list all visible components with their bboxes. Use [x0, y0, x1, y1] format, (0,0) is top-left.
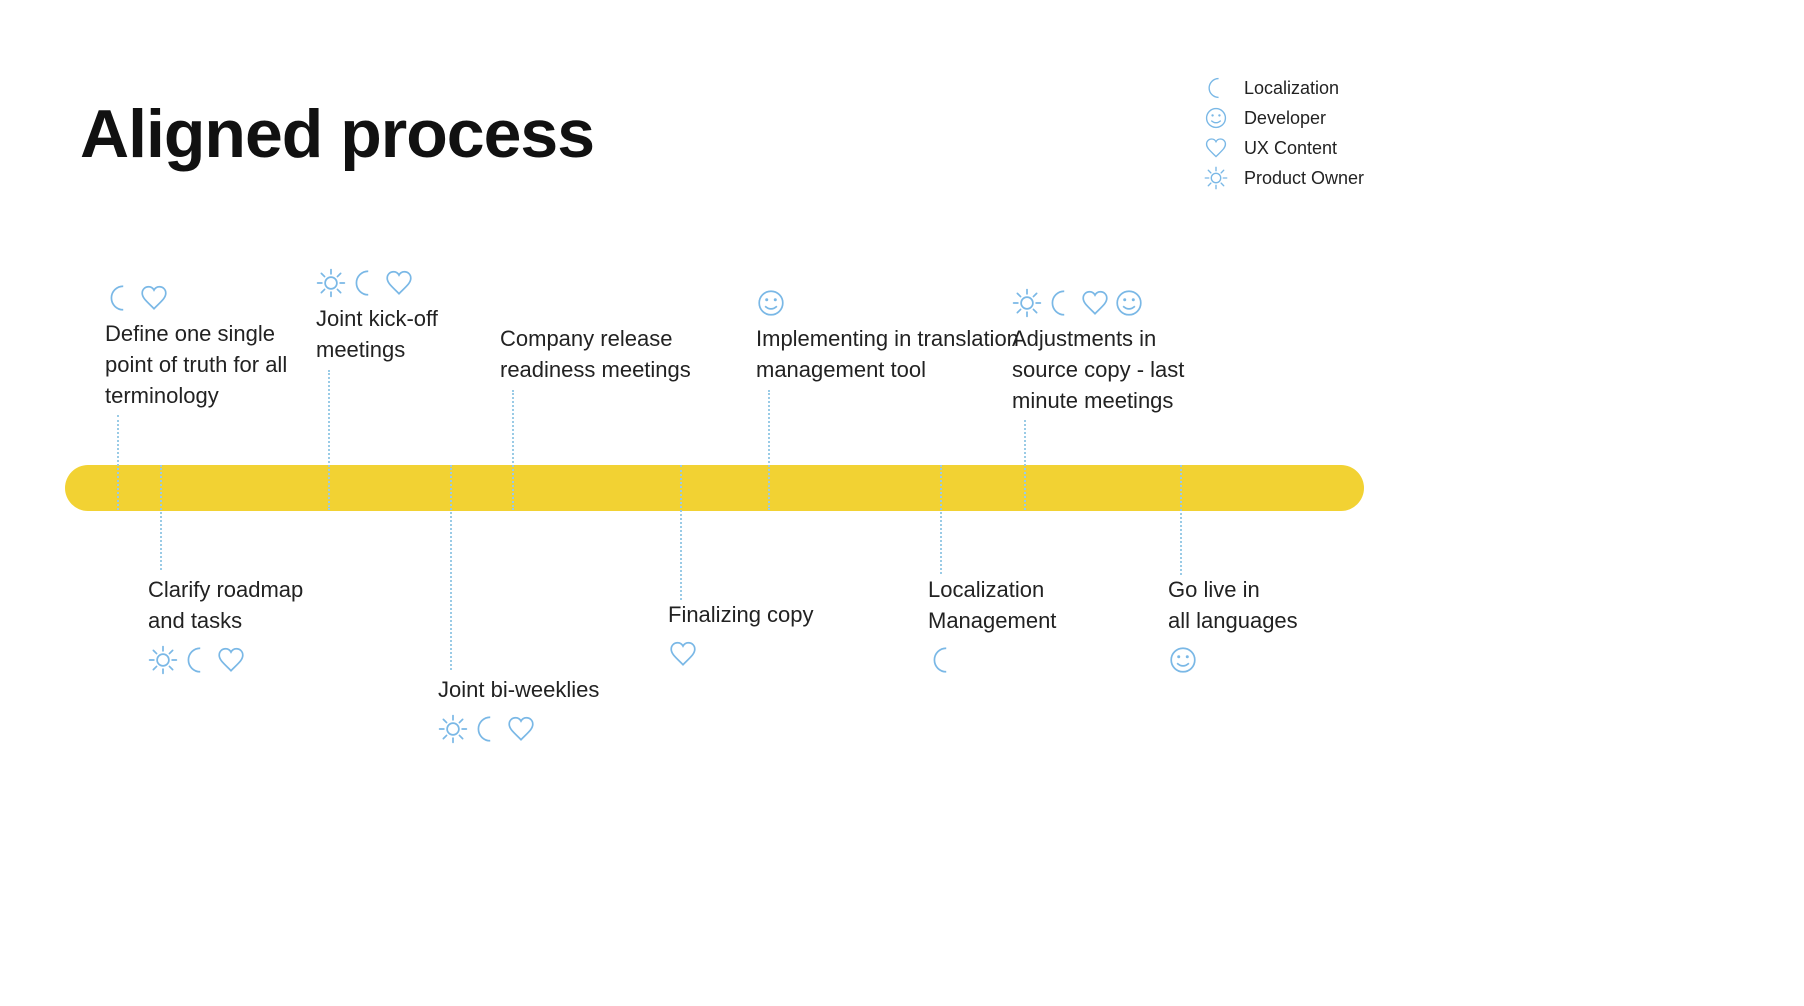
timeline-node: Define one single point of truth for all…: [105, 283, 335, 466]
timeline-node: Joint bi-weeklies: [438, 675, 668, 744]
smile-icon: [1168, 645, 1198, 675]
moon-icon: [1046, 288, 1076, 318]
diagram-canvas: Aligned process Localization Developer U…: [0, 0, 1804, 1006]
sun-icon: [316, 268, 346, 298]
moon-icon: [350, 268, 380, 298]
connector: [940, 465, 942, 574]
timeline-node: Implementing in translation management t…: [756, 288, 1056, 466]
connector: [680, 465, 682, 600]
legend-label: Developer: [1244, 108, 1326, 129]
heart-icon: [668, 639, 698, 669]
timeline-node: Clarify roadmap and tasks: [148, 575, 378, 675]
moon-icon: [928, 645, 958, 675]
node-icons: [148, 645, 378, 675]
heart-icon: [384, 268, 414, 298]
node-icons: [438, 714, 668, 744]
timeline-node: Adjustments in source copy - last minute…: [1012, 288, 1242, 466]
node-label: Adjustments in source copy - last minute…: [1012, 324, 1242, 416]
timeline-node: Company release readiness meetings: [500, 324, 730, 466]
connector: [160, 465, 162, 570]
moon-icon: [472, 714, 502, 744]
legend: Localization Developer UX Content Produc…: [1202, 70, 1364, 196]
node-label: Joint kick-off meetings: [316, 304, 516, 366]
node-icons: [668, 639, 868, 669]
sun-icon: [148, 645, 178, 675]
node-icons: [756, 288, 1056, 318]
timeline-node: Go live in all languages: [1168, 575, 1368, 675]
node-label: Go live in all languages: [1168, 575, 1368, 637]
connector: [450, 465, 452, 670]
legend-item-ux-content: UX Content: [1202, 136, 1364, 160]
sun-icon: [438, 714, 468, 744]
node-icons: [928, 645, 1128, 675]
node-icons: [1168, 645, 1368, 675]
node-label: Finalizing copy: [668, 600, 868, 631]
heart-icon: [216, 645, 246, 675]
timeline-node: Localization Management: [928, 575, 1128, 675]
diagram-title: Aligned process: [80, 95, 594, 173]
node-label: Define one single point of truth for all…: [105, 319, 335, 411]
heart-icon: [1080, 288, 1110, 318]
legend-label: Localization: [1244, 78, 1339, 99]
node-label: Company release readiness meetings: [500, 324, 730, 386]
smile-icon: [756, 288, 786, 318]
node-label: Clarify roadmap and tasks: [148, 575, 378, 637]
connector: [1180, 465, 1182, 575]
legend-label: Product Owner: [1244, 168, 1364, 189]
node-label: Implementing in translation management t…: [756, 324, 1056, 386]
heart-icon: [1202, 136, 1230, 160]
node-icons: [105, 283, 335, 313]
smile-icon: [1202, 106, 1230, 130]
node-icons: [1012, 288, 1242, 318]
smile-icon: [1114, 288, 1144, 318]
moon-icon: [1202, 76, 1230, 100]
heart-icon: [139, 283, 169, 313]
sun-icon: [1012, 288, 1042, 318]
timeline-bar: [65, 465, 1364, 511]
node-label: Joint bi-weeklies: [438, 675, 668, 706]
heart-icon: [506, 714, 536, 744]
node-icons: [316, 268, 516, 298]
sun-icon: [1202, 166, 1230, 190]
timeline-node: Joint kick-off meetings: [316, 268, 516, 466]
legend-item-product-owner: Product Owner: [1202, 166, 1364, 190]
moon-icon: [182, 645, 212, 675]
timeline-node: Finalizing copy: [668, 600, 868, 669]
legend-item-developer: Developer: [1202, 106, 1364, 130]
legend-label: UX Content: [1244, 138, 1337, 159]
node-label: Localization Management: [928, 575, 1128, 637]
legend-item-localization: Localization: [1202, 76, 1364, 100]
moon-icon: [105, 283, 135, 313]
